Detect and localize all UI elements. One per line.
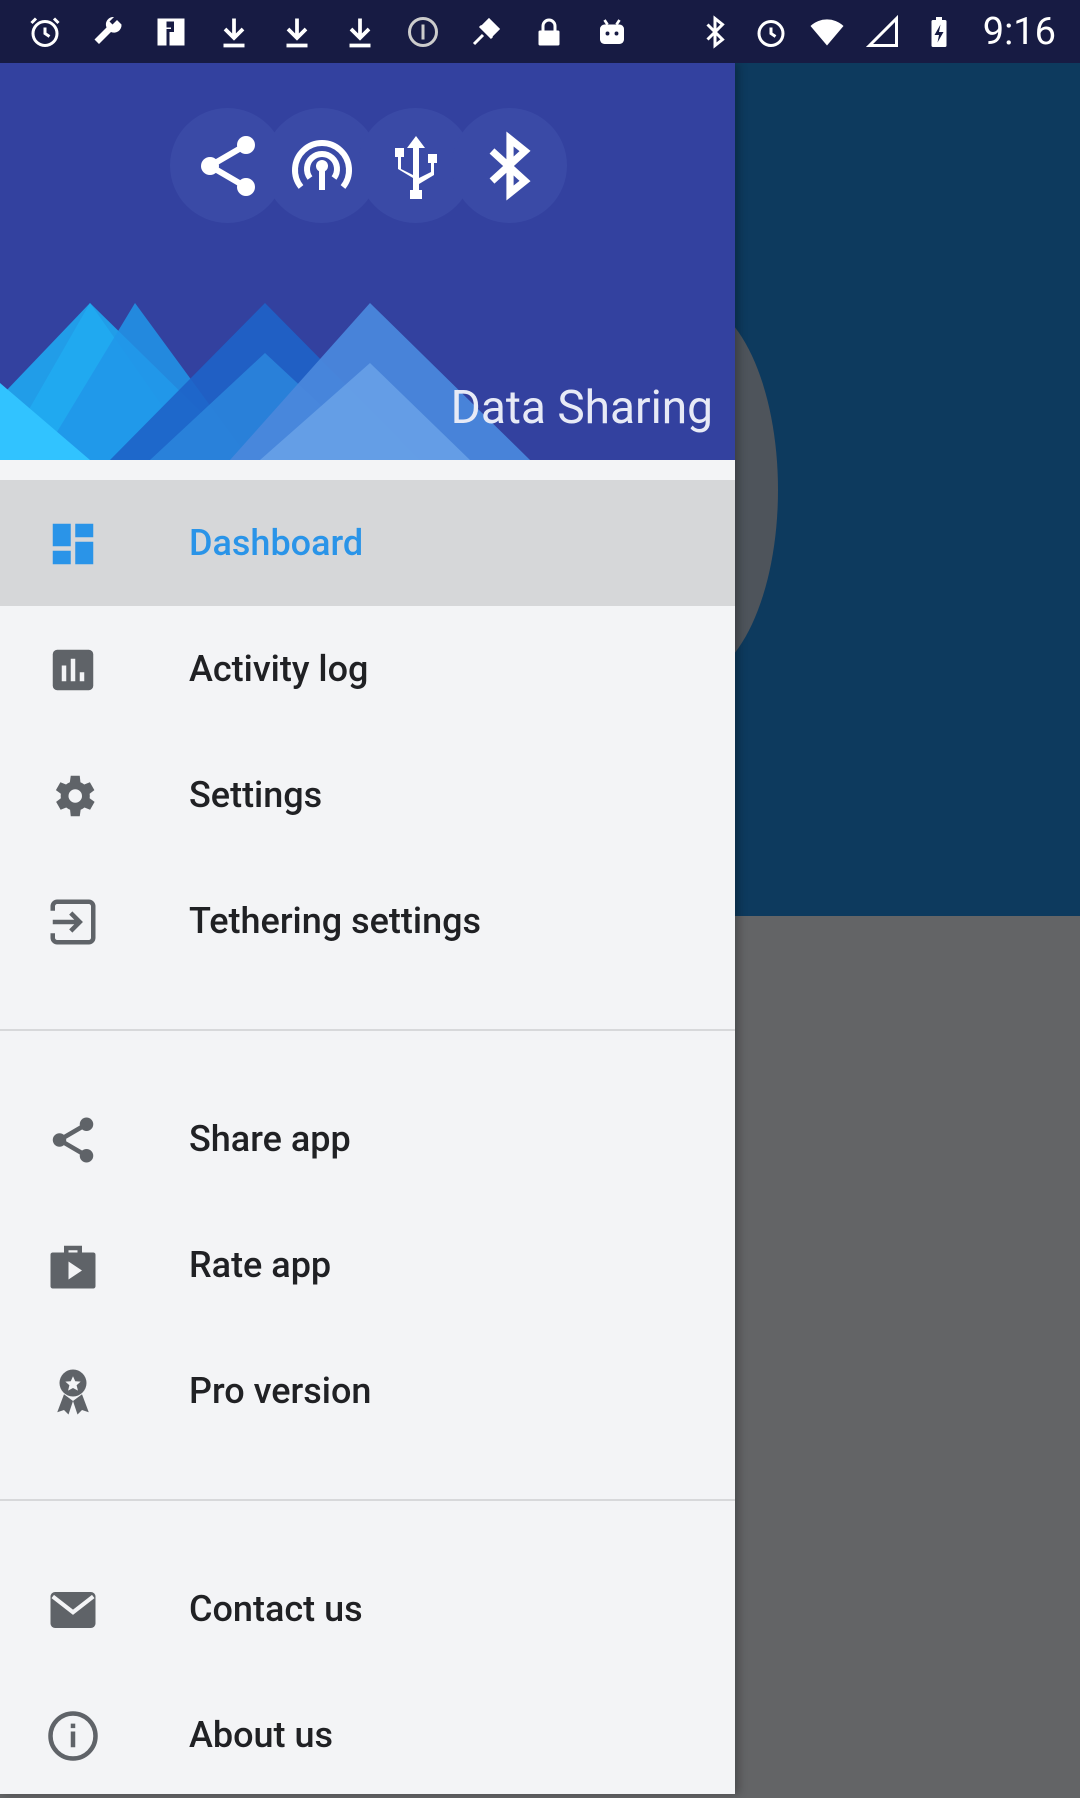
app-f-icon bbox=[153, 14, 189, 50]
status-bar: 9:16 bbox=[0, 0, 1080, 63]
header-icon-group bbox=[170, 108, 567, 223]
award-icon bbox=[46, 1365, 100, 1419]
info-circle-icon bbox=[405, 14, 441, 50]
wrench-icon bbox=[90, 14, 126, 50]
bluetooth-icon bbox=[489, 131, 531, 200]
menu-label: Contact us bbox=[189, 1588, 363, 1630]
alarm-icon bbox=[27, 14, 63, 50]
alarm-icon bbox=[753, 14, 789, 50]
menu-label: Activity log bbox=[189, 648, 369, 690]
wifi-icon bbox=[809, 14, 845, 50]
drawer-header: Data Sharing bbox=[0, 63, 735, 460]
mail-icon bbox=[46, 1583, 100, 1637]
drawer-menu: Dashboard Activity log Settings Tetherin… bbox=[0, 480, 735, 1798]
header-bluetooth-button[interactable] bbox=[452, 108, 567, 223]
menu-label: Share app bbox=[189, 1118, 351, 1160]
menu-label: Pro version bbox=[189, 1370, 372, 1412]
dashboard-icon bbox=[46, 517, 100, 571]
share-icon bbox=[200, 135, 255, 196]
android-icon bbox=[594, 14, 630, 50]
bluetooth-icon bbox=[697, 14, 733, 50]
menu-item-contact-us[interactable]: Contact us bbox=[0, 1546, 735, 1672]
menu-label: Rate app bbox=[189, 1244, 332, 1286]
download-icon bbox=[342, 14, 378, 50]
fake-gps-icon bbox=[468, 14, 504, 50]
menu-label: Tethering settings bbox=[189, 900, 482, 942]
menu-item-activity-log[interactable]: Activity log bbox=[0, 606, 735, 732]
navigation-drawer: Data Sharing Dashboard Activity log Sett… bbox=[0, 63, 735, 1794]
hotspot-icon bbox=[291, 139, 352, 190]
menu-label: Settings bbox=[189, 774, 323, 816]
drawer-header-title: Data Sharing bbox=[450, 381, 713, 435]
battery-charging-icon bbox=[921, 14, 957, 50]
clock-time: 9:16 bbox=[982, 9, 1056, 54]
menu-item-settings[interactable]: Settings bbox=[0, 732, 735, 858]
menu-item-dashboard[interactable]: Dashboard bbox=[0, 480, 735, 606]
menu-item-rate-app[interactable]: Rate app bbox=[0, 1202, 735, 1328]
info-icon bbox=[46, 1709, 100, 1763]
gear-icon bbox=[46, 769, 100, 823]
menu-label: About us bbox=[189, 1714, 334, 1756]
share-icon bbox=[46, 1113, 100, 1167]
menu-item-pro-version[interactable]: Pro version bbox=[0, 1328, 735, 1454]
menu-item-tethering-settings[interactable]: Tethering settings bbox=[0, 858, 735, 984]
bar-chart-icon bbox=[46, 643, 100, 697]
menu-label: Dashboard bbox=[189, 522, 364, 564]
menu-item-share-app[interactable]: Share app bbox=[0, 1076, 735, 1202]
play-store-icon bbox=[46, 1239, 100, 1293]
signal-off-icon bbox=[865, 14, 901, 50]
download-icon bbox=[216, 14, 252, 50]
exit-to-app-icon bbox=[46, 895, 100, 949]
usb-icon bbox=[394, 135, 437, 199]
menu-item-about-us[interactable]: About us bbox=[0, 1672, 735, 1798]
download-icon bbox=[279, 14, 315, 50]
lock-icon bbox=[531, 14, 567, 50]
